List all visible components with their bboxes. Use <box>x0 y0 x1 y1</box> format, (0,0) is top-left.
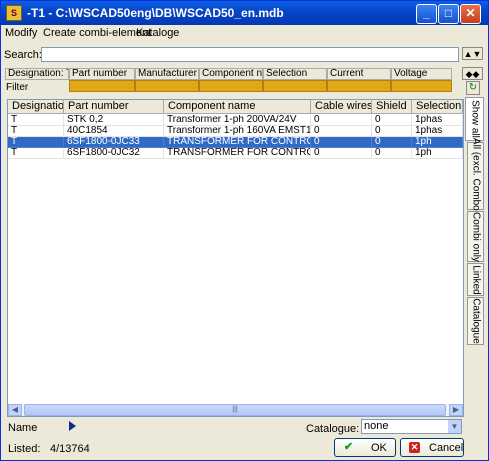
column-options-icon[interactable]: ◆◆ <box>462 67 483 80</box>
menu-bar: Modify Create combi-element Kataloge <box>1 25 488 41</box>
menu-kataloge[interactable]: Kataloge <box>136 27 179 39</box>
col-header-shield[interactable]: Shield <box>372 100 412 114</box>
table-row[interactable]: T 6SF1800-0JC32 TRANSFORMER FOR CONTROL … <box>8 148 463 159</box>
sort-up-icon[interactable]: ▲▼ <box>462 47 483 60</box>
cancel-x-icon: ✕ <box>409 442 420 453</box>
scroll-thumb[interactable]: ||| <box>24 404 446 416</box>
cell-part-number: 6SF1800-0JC32 <box>64 148 164 159</box>
name-label: Name <box>8 422 38 434</box>
cell-selection: 1phas <box>412 126 463 137</box>
filter-header-voltage[interactable]: Voltage <box>391 68 452 80</box>
catalogue-select-value: none <box>364 420 389 432</box>
tab-catalogue[interactable]: Catalogue <box>467 297 484 345</box>
table-row[interactable]: T STK 0,2 Transformer 1-ph 200VA/24V 0 0… <box>8 115 463 126</box>
cancel-button[interactable]: ✕ Cancel <box>400 438 464 457</box>
cell-cable-wires: 0 <box>311 137 372 148</box>
cell-component-name: TRANSFORMER FOR CONTROL VC <box>164 148 311 159</box>
title-bar: S -T1 - C:\WSCAD50eng\DB\WSCAD50_en.mdb … <box>1 1 488 25</box>
cell-designation: T <box>8 137 64 148</box>
play-icon[interactable] <box>69 421 76 431</box>
filter-header-manufacturer[interactable]: Manufacturer <box>135 68 199 80</box>
cell-part-number: STK 0,2 <box>64 115 164 126</box>
cell-shield: 0 <box>372 137 412 148</box>
refresh-icon[interactable]: ↻ <box>466 81 480 95</box>
wscad-icon: S <box>6 5 22 21</box>
catalogue-label: Catalogue: <box>306 423 360 435</box>
col-header-component-name[interactable]: Component name <box>164 100 311 114</box>
minimize-button[interactable]: _ <box>416 4 437 24</box>
filter-header-selection[interactable]: Selection <box>263 68 327 80</box>
tab-all-excl-combo[interactable]: All (excl. Combo) <box>467 138 484 214</box>
table-row-selected[interactable]: T 6SF1800-0JC33 TRANSFORMER FOR CONTROL … <box>8 137 463 148</box>
tab-combi-only[interactable]: Combi only <box>467 211 484 262</box>
tab-show-all-label: Show all <box>469 100 480 138</box>
table-row[interactable]: T 40C1854 Transformer 1-ph 160VA EMST160… <box>8 126 463 137</box>
scroll-left-icon[interactable]: ◀ <box>8 404 22 416</box>
catalogue-select[interactable]: none ▼ <box>361 419 462 434</box>
cell-part-number: 6SF1800-0JC33 <box>64 137 164 148</box>
window-title: -T1 - C:\WSCAD50eng\DB\WSCAD50_en.mdb <box>27 6 284 20</box>
col-header-part-number[interactable]: Part number <box>64 100 164 114</box>
dialog-window: S -T1 - C:\WSCAD50eng\DB\WSCAD50_en.mdb … <box>0 0 489 461</box>
filter-header-designation[interactable]: Designation: T <box>5 68 69 80</box>
cell-designation: T <box>8 115 64 126</box>
cell-selection: 1ph <box>412 148 463 159</box>
filter-cell-part-number[interactable] <box>69 80 135 92</box>
cell-designation: T <box>8 126 64 137</box>
listed-label: Listed: <box>8 443 41 455</box>
menu-modify[interactable]: Modify <box>5 27 37 39</box>
close-button[interactable]: ✕ <box>460 4 481 24</box>
ok-button[interactable]: ✔ OK <box>334 438 396 457</box>
filter-cell-component-name[interactable] <box>199 80 263 92</box>
listed-count: 4/13764 <box>50 443 90 455</box>
parts-grid: Designation Part number Component name C… <box>7 99 464 417</box>
filter-header-part-number[interactable]: Part number <box>69 68 135 80</box>
ok-button-label: OK <box>371 442 387 454</box>
cell-part-number: 40C1854 <box>64 126 164 137</box>
col-header-cable-wires[interactable]: Cable wires <box>311 100 372 114</box>
tab-linked[interactable]: Linked <box>467 263 484 296</box>
col-header-designation[interactable]: Designation <box>8 100 64 114</box>
tab-combi-only-label: Combi only <box>470 211 481 262</box>
filter-cell-selection[interactable] <box>263 80 327 92</box>
tab-linked-label: Linked <box>470 264 481 295</box>
filter-cell-current[interactable] <box>327 80 391 92</box>
filter-header-current[interactable]: Current <box>327 68 391 80</box>
cell-component-name: TRANSFORMER FOR CONTROL VC <box>164 137 311 148</box>
filter-header-component-name[interactable]: Component nan <box>199 68 263 80</box>
cell-component-name: Transformer 1-ph 160VA EMST160 <box>164 126 311 137</box>
cell-cable-wires: 0 <box>311 115 372 126</box>
search-label: Search: <box>4 49 42 61</box>
menu-create-combi-element[interactable]: Create combi-element <box>43 27 151 39</box>
cell-component-name: Transformer 1-ph 200VA/24V <box>164 115 311 126</box>
cancel-button-label: Cancel <box>429 442 464 454</box>
cell-selection: 1ph <box>412 137 463 148</box>
cell-shield: 0 <box>372 126 412 137</box>
maximize-button[interactable]: □ <box>438 4 459 24</box>
filter-label: Filter <box>6 82 29 93</box>
col-header-selection[interactable]: Selection <box>412 100 463 114</box>
tab-show-all[interactable]: Show all <box>465 97 484 141</box>
cell-designation: T <box>8 148 64 159</box>
cell-selection: 1phas <box>412 115 463 126</box>
checkmark-icon: ✔ <box>343 441 354 453</box>
cell-cable-wires: 0 <box>311 126 372 137</box>
cell-shield: 0 <box>372 148 412 159</box>
tab-catalogue-label: Catalogue <box>470 298 481 344</box>
cell-shield: 0 <box>372 115 412 126</box>
cell-cable-wires: 0 <box>311 148 372 159</box>
horizontal-scrollbar[interactable]: ◀ ||| ▶ <box>8 404 463 416</box>
filter-cell-manufacturer[interactable] <box>135 80 199 92</box>
filter-cell-voltage[interactable] <box>391 80 452 92</box>
chevron-down-icon[interactable]: ▼ <box>448 420 461 433</box>
search-input[interactable] <box>41 47 459 62</box>
tab-all-excl-combo-label: All (excl. Combo) <box>470 137 481 215</box>
scroll-right-icon[interactable]: ▶ <box>449 404 463 416</box>
